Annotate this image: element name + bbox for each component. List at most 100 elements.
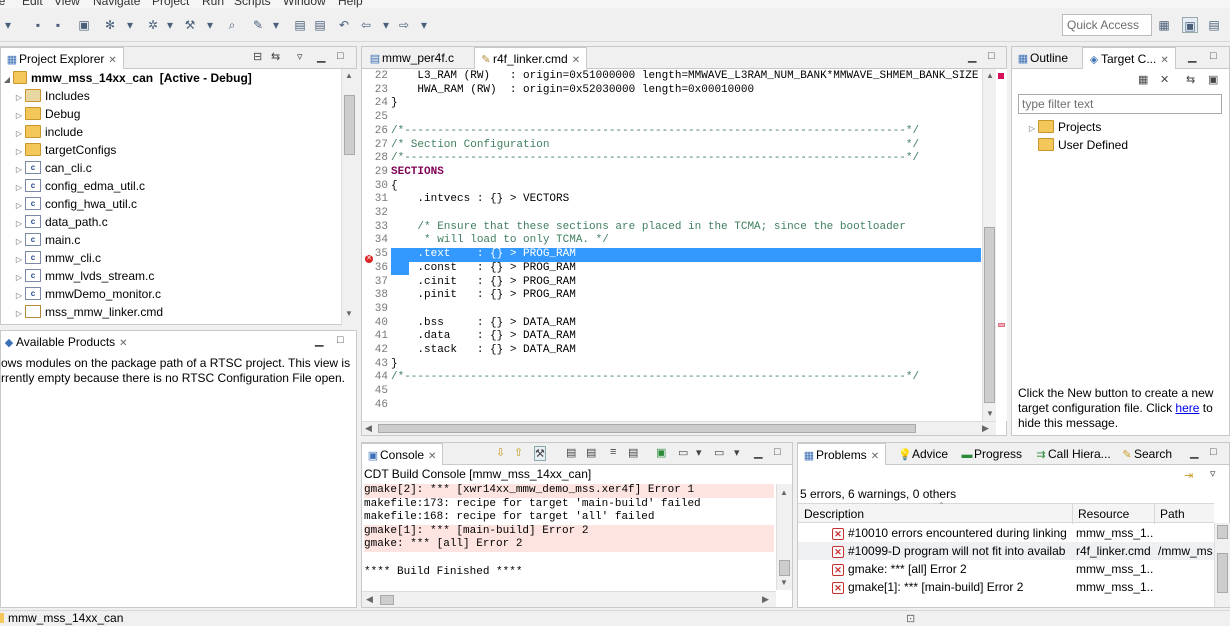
tab-project-explorer[interactable]: ▦ Project Explorer ✕ bbox=[0, 47, 124, 69]
dropdown-icon[interactable]: ▾ bbox=[202, 17, 218, 33]
tree-item[interactable]: ▷ c config_hwa_util.c bbox=[13, 195, 137, 213]
close-icon[interactable]: ✕ bbox=[428, 451, 436, 462]
prev-error-icon[interactable]: ⇩ bbox=[496, 446, 505, 459]
next-error-icon[interactable]: ⇧ bbox=[514, 446, 523, 459]
menu-run[interactable]: Run bbox=[202, 0, 224, 8]
scroll-thumb[interactable] bbox=[344, 95, 355, 155]
problems-scrollbar[interactable] bbox=[1214, 523, 1230, 607]
scroll-thumb[interactable] bbox=[1217, 525, 1228, 539]
dropdown-icon[interactable]: ▾ bbox=[378, 17, 394, 33]
doc2-icon[interactable]: ▤ bbox=[312, 17, 328, 33]
problem-row[interactable]: ✕ gmake: *** [all] Error 2 mmw_mss_1... bbox=[798, 560, 1214, 578]
minimize-icon[interactable]: ▁ bbox=[968, 50, 976, 63]
expand-arrow-icon[interactable]: ▷ bbox=[1026, 120, 1038, 138]
tab-problems[interactable]: ▦ Problems ✕ bbox=[797, 443, 887, 465]
menu-file[interactable]: le bbox=[0, 0, 5, 8]
back-icon[interactable]: ⇦ bbox=[358, 17, 374, 33]
build-icon[interactable]: ⚒ bbox=[182, 17, 198, 33]
collapse-arrow-icon[interactable]: ◢ bbox=[1, 71, 13, 89]
tree-item[interactable]: ▷ Includes bbox=[13, 87, 90, 105]
new-icon[interactable]: ▾ bbox=[0, 17, 16, 33]
debug-icon[interactable]: ✲ bbox=[145, 17, 161, 33]
menu-project[interactable]: Project bbox=[152, 0, 189, 8]
maximize-icon[interactable]: □ bbox=[774, 446, 781, 458]
terminal-icon[interactable]: ▣ bbox=[76, 17, 92, 33]
open-perspective-icon[interactable]: ▦ bbox=[1156, 17, 1172, 33]
console-output[interactable]: gmake[2]: *** [xwr14xx_mmw_demo_mss.xer4… bbox=[362, 484, 776, 590]
doc-icon[interactable]: ▤ bbox=[292, 17, 308, 33]
filter-input[interactable]: type filter text bbox=[1018, 94, 1222, 114]
hide-message-link[interactable]: here bbox=[1175, 401, 1199, 415]
pen-icon[interactable]: ✎ bbox=[250, 17, 266, 33]
copy-icon[interactable]: ▤ bbox=[566, 446, 576, 459]
perspective-icon[interactable]: ▣ bbox=[1182, 17, 1198, 33]
menu-window[interactable]: Window bbox=[283, 0, 326, 8]
editor-scrollbar[interactable]: ▲ ▼ bbox=[982, 69, 996, 421]
settings-icon[interactable]: ✻ bbox=[102, 17, 118, 33]
menu-edit[interactable]: Edit bbox=[22, 0, 43, 8]
dropdown-icon[interactable]: ▾ bbox=[162, 17, 178, 33]
new-target-icon[interactable]: ▦ bbox=[1138, 73, 1148, 86]
tree-item[interactable]: ▷ include bbox=[13, 123, 83, 141]
dropdown-icon[interactable]: ▾ bbox=[696, 446, 702, 459]
clear-icon[interactable]: ≡ bbox=[610, 446, 616, 458]
editor-hscrollbar[interactable]: ◀ ▶ bbox=[362, 421, 996, 435]
tab-outline[interactable]: ▦ Outline bbox=[1012, 47, 1074, 69]
link-editor-icon[interactable]: ⇆ bbox=[271, 50, 280, 63]
menu-navigate[interactable]: Navigate bbox=[93, 0, 140, 8]
tree-user-defined[interactable]: User Defined bbox=[1038, 136, 1128, 154]
explorer-scrollbar[interactable]: ▲ ▼ bbox=[341, 69, 357, 325]
close-icon[interactable]: ✕ bbox=[119, 338, 127, 349]
problem-row[interactable]: ✕ gmake[1]: *** [main-build] Error 2 mmw_m… bbox=[798, 578, 1214, 596]
dropdown-icon[interactable]: ▾ bbox=[416, 17, 432, 33]
console-hscrollbar[interactable]: ◀ ▶ bbox=[362, 591, 776, 607]
paste-icon[interactable]: ▤ bbox=[586, 446, 596, 459]
console-scrollbar[interactable]: ▲ ▼ bbox=[776, 484, 792, 590]
tab-progress[interactable]: ▬ Progress bbox=[956, 443, 1028, 465]
forward-icon[interactable]: ⇨ bbox=[396, 17, 412, 33]
collapse-all-icon[interactable]: ⊟ bbox=[253, 50, 262, 63]
tab-r4f-linker[interactable]: ✎ r4f_linker.cmd ✕ bbox=[474, 47, 588, 69]
tab-available-products[interactable]: ◆ Available Products ✕ bbox=[0, 331, 134, 353]
tree-project-root[interactable]: ◢ mmw_mss_14xx_can [Active - Debug] bbox=[1, 69, 252, 87]
error-ruler-mark[interactable] bbox=[998, 73, 1004, 79]
tab-search[interactable]: ✎ Search bbox=[1116, 443, 1178, 465]
minimize-icon[interactable]: ▁ bbox=[1188, 50, 1196, 63]
minimize-icon[interactable]: ▁ bbox=[1190, 446, 1198, 459]
tree-item[interactable]: ▷ c mmwDemo_monitor.c bbox=[13, 285, 161, 303]
col-description[interactable]: Description bbox=[804, 507, 864, 521]
search-icon[interactable]: ⌕ bbox=[224, 17, 240, 33]
hscroll-thumb[interactable] bbox=[378, 424, 916, 433]
maximize-icon[interactable]: □ bbox=[1210, 446, 1217, 458]
tree-item[interactable]: ▷ Debug bbox=[13, 105, 80, 123]
link-icon[interactable]: ⇆ bbox=[1186, 73, 1195, 86]
save-all-icon[interactable]: ▪ bbox=[50, 17, 66, 33]
tab-target-config[interactable]: ◈ Target C... ✕ bbox=[1082, 47, 1176, 69]
view-menu-icon[interactable]: ▿ bbox=[1210, 467, 1216, 480]
tab-mmw-per4f[interactable]: ▤ mmw_per4f.c bbox=[364, 47, 460, 69]
tree-item[interactable]: ▷ c data_path.c bbox=[13, 213, 108, 231]
tree-item[interactable]: ▷ c can_cli.c bbox=[13, 159, 92, 177]
code-area[interactable]: 22 L3_RAM (RW) : origin=0x51000000 lengt… bbox=[362, 70, 982, 423]
menu-view[interactable]: View bbox=[54, 0, 80, 8]
close-icon[interactable]: ✕ bbox=[108, 55, 116, 66]
display-console-icon[interactable]: ▭ bbox=[678, 446, 688, 459]
dropdown-icon[interactable]: ▾ bbox=[734, 446, 740, 459]
tree-item[interactable]: ▷ c mmw_lvds_stream.c bbox=[13, 267, 154, 285]
scroll-thumb[interactable] bbox=[984, 227, 995, 403]
perspective2-icon[interactable]: ▤ bbox=[1206, 17, 1222, 33]
tab-advice[interactable]: 💡Advice bbox=[894, 443, 954, 465]
tab-call-hierarchy[interactable]: ⇉ Call Hiera... bbox=[1030, 443, 1117, 465]
ruler-mark[interactable] bbox=[998, 323, 1005, 327]
pin-icon[interactable]: ▣ bbox=[656, 446, 666, 459]
tree-item[interactable]: ▷ c main.c bbox=[13, 231, 80, 249]
col-resource[interactable]: Resource bbox=[1078, 507, 1129, 521]
menu-help[interactable]: Help bbox=[338, 0, 363, 8]
collapse-icon[interactable]: ▣ bbox=[1208, 73, 1218, 86]
close-icon[interactable]: ✕ bbox=[572, 55, 580, 66]
tree-projects[interactable]: ▷ Projects bbox=[1026, 118, 1101, 136]
last-edit-icon[interactable]: ↶ bbox=[336, 17, 352, 33]
maximize-icon[interactable]: □ bbox=[337, 50, 344, 62]
col-path[interactable]: Path bbox=[1160, 507, 1185, 521]
tree-item[interactable]: ▷ c config_edma_util.c bbox=[13, 177, 145, 195]
